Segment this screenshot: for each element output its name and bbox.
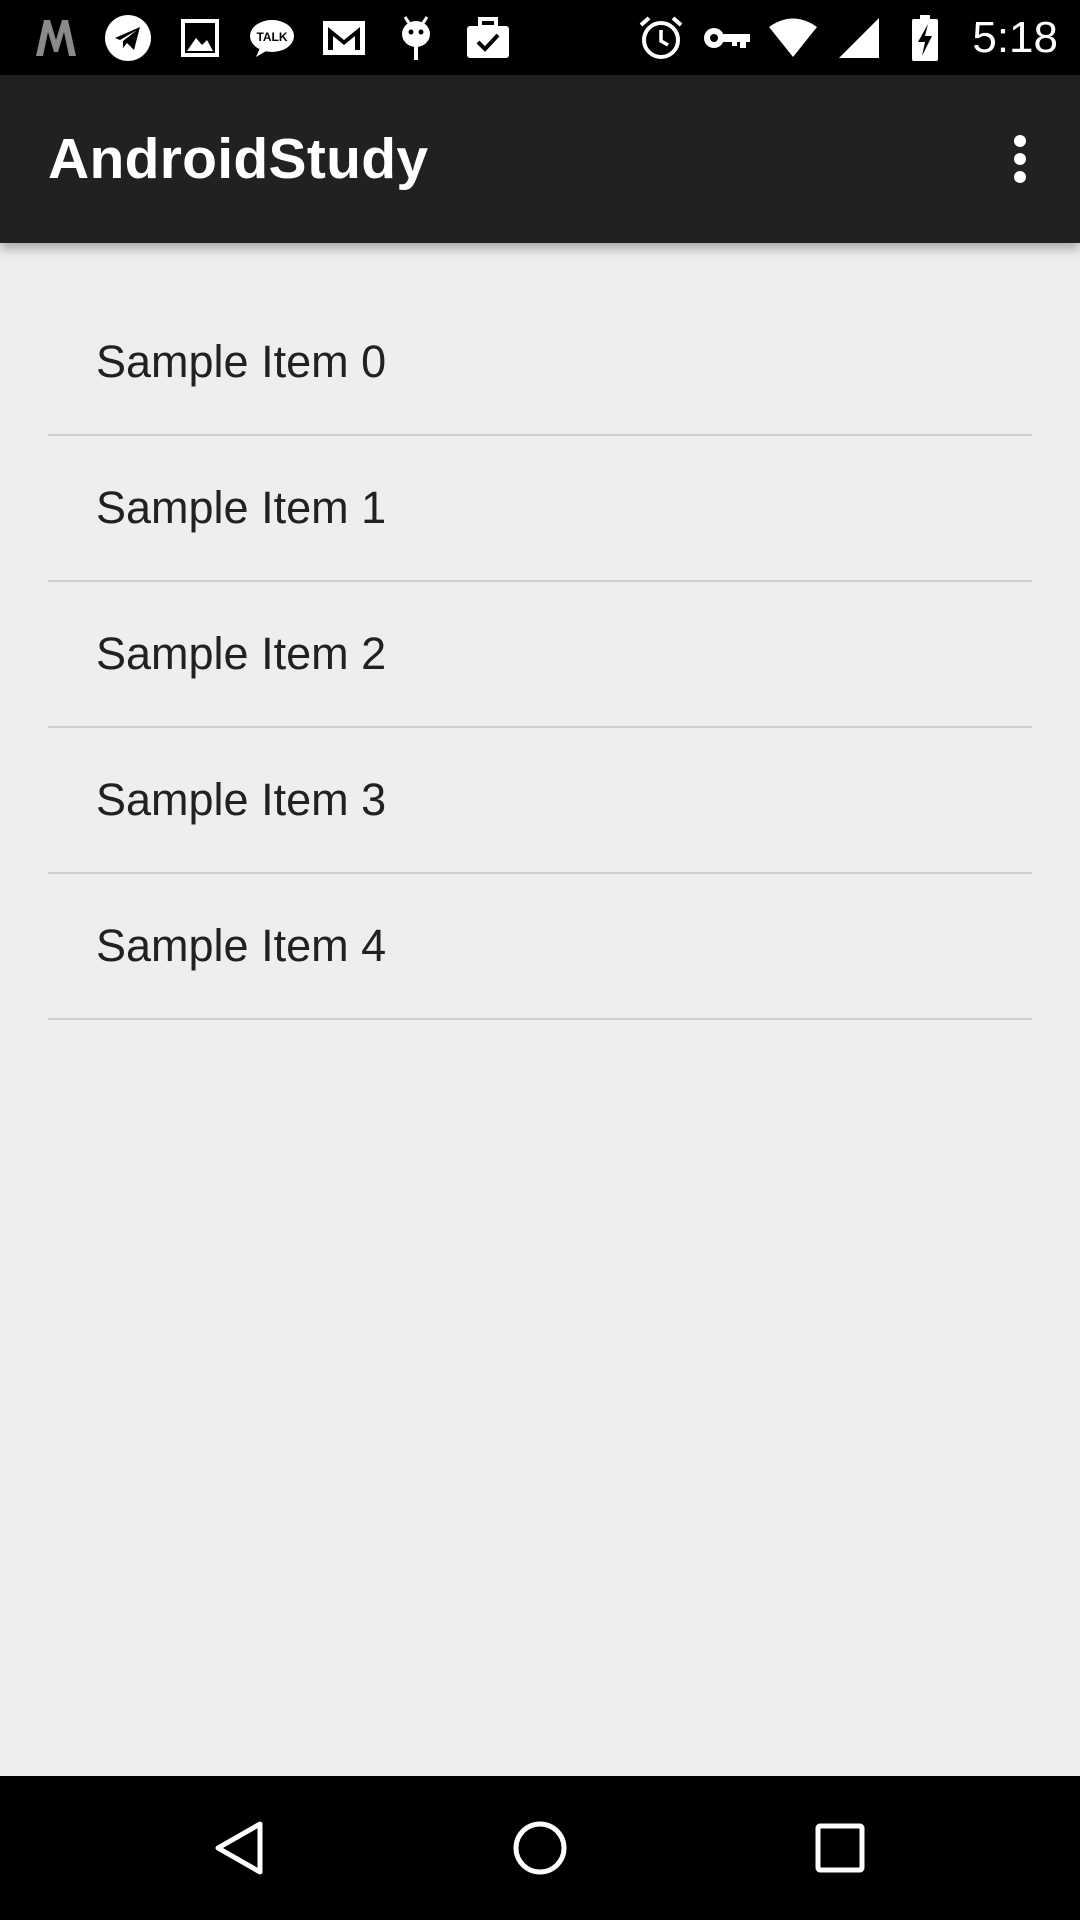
cell-signal-icon	[834, 13, 884, 63]
list-item[interactable]: Sample Item 2	[48, 582, 1032, 728]
svg-text:TALK: TALK	[256, 30, 287, 44]
list-item-label: Sample Item 0	[96, 336, 387, 387]
vpn-key-icon	[702, 13, 752, 63]
telegram-icon	[102, 12, 154, 64]
briefcase-check-icon	[462, 12, 514, 64]
battery-charging-icon	[900, 13, 950, 63]
overflow-menu-icon[interactable]	[988, 117, 1052, 201]
recents-icon[interactable]	[760, 1776, 920, 1920]
app-title: AndroidStudy	[48, 127, 429, 191]
list-item-label: Sample Item 1	[96, 482, 387, 533]
notification-icons: TALK	[30, 0, 534, 75]
alarm-icon	[636, 13, 686, 63]
talk-icon: TALK	[246, 12, 298, 64]
list-item[interactable]: Sample Item 1	[48, 436, 1032, 582]
back-icon[interactable]	[160, 1776, 320, 1920]
list-item-label: Sample Item 2	[96, 628, 387, 679]
screen: TALK 5:18 AndroidStudy Sample Item 0 Sam…	[0, 0, 1080, 1920]
wifi-icon	[768, 13, 818, 63]
m-app-icon	[30, 12, 82, 64]
status-time: 5:18	[972, 12, 1058, 62]
home-icon[interactable]	[460, 1776, 620, 1920]
system-icons: 5:18	[620, 0, 1058, 75]
image-icon	[174, 12, 226, 64]
sample-item-list: Sample Item 0 Sample Item 1 Sample Item …	[0, 243, 1080, 1020]
status-bar: TALK 5:18	[0, 0, 1080, 75]
list-item[interactable]: Sample Item 4	[48, 874, 1032, 1020]
list-item[interactable]: Sample Item 3	[48, 728, 1032, 874]
list-item[interactable]: Sample Item 0	[48, 243, 1032, 436]
list-item-label: Sample Item 3	[96, 774, 387, 825]
app-bar: AndroidStudy	[0, 75, 1080, 243]
android-debug-icon	[390, 12, 442, 64]
list-item-label: Sample Item 4	[96, 920, 387, 971]
gmail-icon	[318, 12, 370, 64]
navigation-bar	[0, 1776, 1080, 1920]
